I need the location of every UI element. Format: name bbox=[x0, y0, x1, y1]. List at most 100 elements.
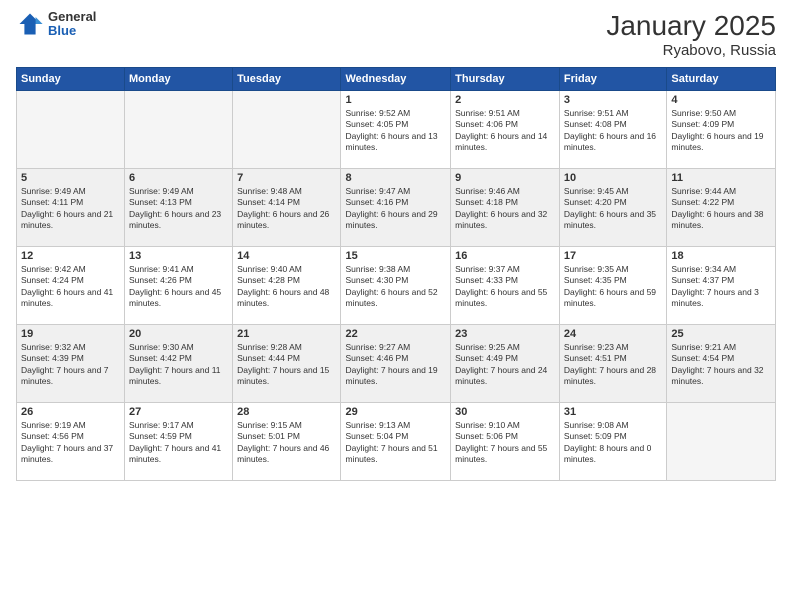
day-number: 24 bbox=[564, 328, 662, 340]
calendar-cell: 6Sunrise: 9:49 AMSunset: 4:13 PMDaylight… bbox=[125, 169, 233, 247]
logo-icon bbox=[16, 10, 44, 38]
day-number: 26 bbox=[21, 406, 120, 418]
day-number: 9 bbox=[455, 172, 555, 184]
day-info: Sunrise: 9:15 AMSunset: 5:01 PMDaylight:… bbox=[237, 420, 336, 466]
day-number: 20 bbox=[129, 328, 228, 340]
day-number: 25 bbox=[671, 328, 771, 340]
day-info: Sunrise: 9:42 AMSunset: 4:24 PMDaylight:… bbox=[21, 264, 120, 310]
day-info: Sunrise: 9:38 AMSunset: 4:30 PMDaylight:… bbox=[345, 264, 446, 310]
calendar-week-row: 5 Sunrise: 9:49 AMSunset: 4:11 PMDaylight… bbox=[17, 169, 776, 247]
day-info: Sunrise: 9:49 AMSunset: 4:13 PMDaylight:… bbox=[129, 186, 228, 232]
day-number: 21 bbox=[237, 328, 336, 340]
day-info: Sunrise: 9:47 AMSunset: 4:16 PMDaylight:… bbox=[345, 186, 446, 232]
calendar-cell: 25 Sunrise: 9:21 AMSunset: 4:54 PMDayligh… bbox=[667, 325, 776, 403]
day-number: 28 bbox=[237, 406, 336, 418]
logo-blue: Blue bbox=[48, 24, 96, 38]
day-info: Sunrise: 9:21 AMSunset: 4:54 PMDaylight:… bbox=[671, 342, 771, 388]
day-info: Sunrise: 9:17 AMSunset: 4:59 PMDaylight:… bbox=[129, 420, 228, 466]
day-number: 16 bbox=[455, 250, 555, 262]
calendar-cell: 16Sunrise: 9:37 AMSunset: 4:33 PMDayligh… bbox=[451, 247, 560, 325]
calendar-week-row: 1 Sunrise: 9:52 AMSunset: 4:05 PMDaylight… bbox=[17, 91, 776, 169]
calendar-cell: 1 Sunrise: 9:52 AMSunset: 4:05 PMDaylight… bbox=[341, 91, 451, 169]
calendar-cell: 27 Sunrise: 9:17 AMSunset: 4:59 PMDayligh… bbox=[125, 403, 233, 481]
calendar-cell: 24 Sunrise: 9:23 AMSunset: 4:51 PMDayligh… bbox=[559, 325, 666, 403]
day-info: Sunrise: 9:46 AMSunset: 4:18 PMDaylight:… bbox=[455, 186, 555, 232]
calendar-cell: 30 Sunrise: 9:10 AMSunset: 5:06 PMDayligh… bbox=[451, 403, 560, 481]
logo: General Blue bbox=[16, 10, 96, 39]
calendar-cell: 4 Sunrise: 9:50 AMSunset: 4:09 PMDaylight… bbox=[667, 91, 776, 169]
calendar-cell bbox=[17, 91, 125, 169]
day-number: 19 bbox=[21, 328, 120, 340]
page-subtitle: Ryabovo, Russia bbox=[606, 42, 776, 59]
day-number: 30 bbox=[455, 406, 555, 418]
calendar-header-row: SundayMondayTuesdayWednesdayThursdayFrid… bbox=[17, 68, 776, 91]
calendar-day-header: Saturday bbox=[667, 68, 776, 91]
day-info: Sunrise: 9:44 AMSunset: 4:22 PMDaylight:… bbox=[671, 186, 771, 232]
calendar-cell bbox=[233, 91, 341, 169]
day-info: Sunrise: 9:23 AMSunset: 4:51 PMDaylight:… bbox=[564, 342, 662, 388]
day-info: Sunrise: 9:34 AMSunset: 4:37 PMDaylight:… bbox=[671, 264, 771, 310]
day-number: 1 bbox=[345, 94, 446, 106]
day-info: Sunrise: 9:13 AMSunset: 5:04 PMDaylight:… bbox=[345, 420, 446, 466]
calendar-cell: 19 Sunrise: 9:32 AMSunset: 4:39 PMDayligh… bbox=[17, 325, 125, 403]
day-number: 10 bbox=[564, 172, 662, 184]
calendar-cell: 11 Sunrise: 9:44 AMSunset: 4:22 PMDayligh… bbox=[667, 169, 776, 247]
day-info: Sunrise: 9:10 AMSunset: 5:06 PMDaylight:… bbox=[455, 420, 555, 466]
calendar-day-header: Monday bbox=[125, 68, 233, 91]
calendar-cell: 12 Sunrise: 9:42 AMSunset: 4:24 PMDayligh… bbox=[17, 247, 125, 325]
day-info: Sunrise: 9:52 AMSunset: 4:05 PMDaylight:… bbox=[345, 108, 446, 154]
day-number: 3 bbox=[564, 94, 662, 106]
calendar-day-header: Wednesday bbox=[341, 68, 451, 91]
day-number: 23 bbox=[455, 328, 555, 340]
calendar-cell bbox=[667, 403, 776, 481]
day-info: Sunrise: 9:35 AMSunset: 4:35 PMDaylight:… bbox=[564, 264, 662, 310]
day-number: 15 bbox=[345, 250, 446, 262]
calendar-cell: 10Sunrise: 9:45 AMSunset: 4:20 PMDayligh… bbox=[559, 169, 666, 247]
calendar-cell: 17 Sunrise: 9:35 AMSunset: 4:35 PMDayligh… bbox=[559, 247, 666, 325]
day-info: Sunrise: 9:50 AMSunset: 4:09 PMDaylight:… bbox=[671, 108, 771, 154]
day-info: Sunrise: 9:28 AMSunset: 4:44 PMDaylight:… bbox=[237, 342, 336, 388]
day-number: 14 bbox=[237, 250, 336, 262]
calendar-cell: 21 Sunrise: 9:28 AMSunset: 4:44 PMDayligh… bbox=[233, 325, 341, 403]
calendar-cell: 20 Sunrise: 9:30 AMSunset: 4:42 PMDayligh… bbox=[125, 325, 233, 403]
day-info: Sunrise: 9:40 AMSunset: 4:28 PMDaylight:… bbox=[237, 264, 336, 310]
calendar-week-row: 19 Sunrise: 9:32 AMSunset: 4:39 PMDayligh… bbox=[17, 325, 776, 403]
calendar-day-header: Sunday bbox=[17, 68, 125, 91]
calendar-cell: 26 Sunrise: 9:19 AMSunset: 4:56 PMDayligh… bbox=[17, 403, 125, 481]
day-number: 11 bbox=[671, 172, 771, 184]
day-info: Sunrise: 9:51 AMSunset: 4:06 PMDaylight:… bbox=[455, 108, 555, 154]
calendar-cell: 31Sunrise: 9:08 AMSunset: 5:09 PMDayligh… bbox=[559, 403, 666, 481]
calendar-day-header: Friday bbox=[559, 68, 666, 91]
day-info: Sunrise: 9:27 AMSunset: 4:46 PMDaylight:… bbox=[345, 342, 446, 388]
day-number: 5 bbox=[21, 172, 120, 184]
day-info: Sunrise: 9:51 AMSunset: 4:08 PMDaylight:… bbox=[564, 108, 662, 154]
calendar-cell: 5 Sunrise: 9:49 AMSunset: 4:11 PMDaylight… bbox=[17, 169, 125, 247]
calendar-cell: 14 Sunrise: 9:40 AMSunset: 4:28 PMDayligh… bbox=[233, 247, 341, 325]
day-number: 2 bbox=[455, 94, 555, 106]
calendar-cell: 13 Sunrise: 9:41 AMSunset: 4:26 PMDayligh… bbox=[125, 247, 233, 325]
calendar-cell: 2 Sunrise: 9:51 AMSunset: 4:06 PMDaylight… bbox=[451, 91, 560, 169]
day-number: 8 bbox=[345, 172, 446, 184]
day-number: 12 bbox=[21, 250, 120, 262]
day-number: 31 bbox=[564, 406, 662, 418]
day-info: Sunrise: 9:30 AMSunset: 4:42 PMDaylight:… bbox=[129, 342, 228, 388]
calendar-day-header: Tuesday bbox=[233, 68, 341, 91]
day-info: Sunrise: 9:32 AMSunset: 4:39 PMDaylight:… bbox=[21, 342, 120, 388]
day-number: 13 bbox=[129, 250, 228, 262]
calendar-cell: 28 Sunrise: 9:15 AMSunset: 5:01 PMDayligh… bbox=[233, 403, 341, 481]
day-number: 22 bbox=[345, 328, 446, 340]
calendar-cell bbox=[125, 91, 233, 169]
day-number: 17 bbox=[564, 250, 662, 262]
day-number: 27 bbox=[129, 406, 228, 418]
calendar-cell: 8 Sunrise: 9:47 AMSunset: 4:16 PMDaylight… bbox=[341, 169, 451, 247]
day-info: Sunrise: 9:41 AMSunset: 4:26 PMDaylight:… bbox=[129, 264, 228, 310]
calendar-cell: 23 Sunrise: 9:25 AMSunset: 4:49 PMDayligh… bbox=[451, 325, 560, 403]
calendar-week-row: 26 Sunrise: 9:19 AMSunset: 4:56 PMDayligh… bbox=[17, 403, 776, 481]
day-info: Sunrise: 9:49 AMSunset: 4:11 PMDaylight:… bbox=[21, 186, 120, 232]
logo-general: General bbox=[48, 10, 96, 24]
page: General Blue January 2025 Ryabovo, Russi… bbox=[0, 0, 792, 612]
calendar-cell: 22 Sunrise: 9:27 AMSunset: 4:46 PMDayligh… bbox=[341, 325, 451, 403]
day-info: Sunrise: 9:19 AMSunset: 4:56 PMDaylight:… bbox=[21, 420, 120, 466]
day-info: Sunrise: 9:25 AMSunset: 4:49 PMDaylight:… bbox=[455, 342, 555, 388]
day-number: 4 bbox=[671, 94, 771, 106]
